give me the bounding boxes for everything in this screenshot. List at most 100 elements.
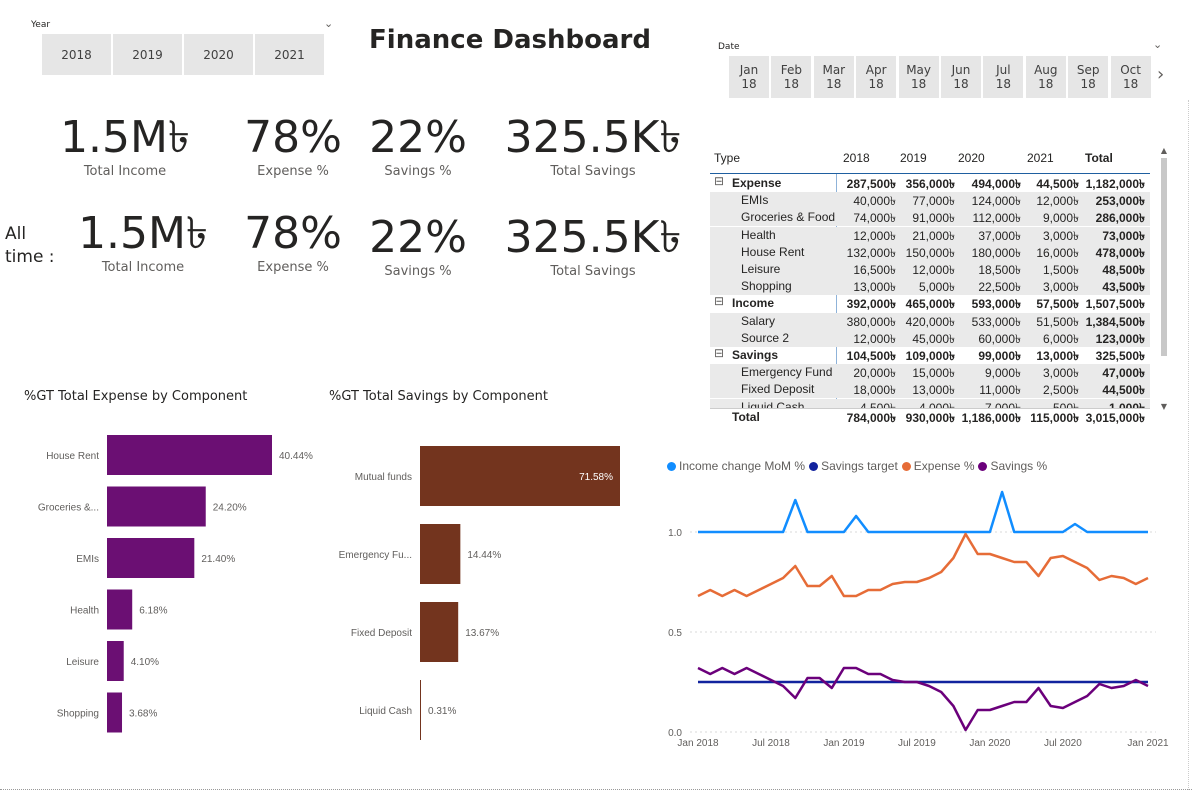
legend-item[interactable]: Expense % (901, 459, 974, 473)
matrix-row[interactable]: Salary 380,000৳ 420,000৳ 533,000৳ 51,500৳ 1,3… (710, 312, 1150, 330)
kpi-total-savings: 325.5K৳ Total Savings (488, 112, 698, 180)
month-option-sep-18[interactable]: Sep 18 (1068, 56, 1109, 98)
month-option-feb-18[interactable]: Feb 18 (771, 56, 812, 98)
matrix-row[interactable]: Health 12,000৳ 21,000৳ 37,000৳ 3,000৳ 73,000৳ (710, 226, 1150, 244)
matrix-row[interactable]: EMIs 40,000৳ 77,000৳ 124,000৳ 12,000৳ 253,000… (710, 192, 1150, 210)
collapse-icon[interactable]: ⊟ (714, 294, 724, 308)
matrix-row-label: Groceries & Food (741, 210, 836, 225)
bar-category-label: Leisure (66, 657, 99, 668)
matrix-cell: 115,000৳ (1030, 411, 1079, 425)
scroll-up-icon[interactable]: ▲ (1159, 146, 1169, 158)
month-option-jan-18[interactable]: Jan 18 (729, 56, 769, 98)
month-year: 18 (995, 77, 1012, 91)
matrix-cell: 1,186,000৳ (961, 411, 1021, 425)
matrix-group-row[interactable]: ⊟ Income 392,000৳ 465,000৳ 593,000৳ 57,500৳ 1,… (710, 294, 1150, 312)
matrix-row-label: Fixed Deposit (741, 382, 815, 397)
matrix-header-cell[interactable]: 2021 (1027, 151, 1054, 165)
bar[interactable] (420, 524, 461, 584)
year-option-2018[interactable]: 2018 (42, 34, 111, 75)
collapse-icon[interactable]: ⊟ (714, 174, 724, 188)
bar-category-label: Shopping (57, 709, 99, 720)
kpi-total-income: 1.5M৳ Total Income (45, 112, 205, 180)
legend-item[interactable]: Savings target (809, 459, 898, 473)
matrix-header-cell[interactable]: Type (714, 151, 740, 165)
kpi-value: 78% (244, 208, 342, 259)
date-slicer-chevron-down-icon[interactable]: ⌄ (1153, 38, 1162, 51)
chevron-right-icon[interactable]: › (1157, 64, 1164, 85)
y-tick-label: 1.0 (668, 528, 682, 539)
bar-data-label: 4.10% (131, 657, 159, 668)
bar[interactable] (107, 538, 195, 578)
month-option-oct-18[interactable]: Oct 18 (1110, 56, 1151, 98)
bar[interactable] (107, 435, 272, 475)
month-option-mar-18[interactable]: Mar 18 (813, 56, 854, 98)
bar-category-label: Mutual funds (355, 472, 412, 483)
legend-item[interactable]: Income change MoM % (667, 459, 805, 473)
bar[interactable] (420, 680, 421, 740)
bar[interactable] (107, 692, 123, 733)
matrix-row-label: Source 2 (741, 330, 790, 345)
matrix-cell: 784,000৳ (846, 411, 896, 425)
matrix-header-cell[interactable]: 2018 (843, 151, 870, 165)
matrix-row[interactable]: Leisure 16,500৳ 12,000৳ 18,500৳ 1,500৳ 48,500… (710, 261, 1150, 278)
finance-matrix[interactable]: Type 2018 2019 2020 2021 Total ⊟ Expense 287,500… (710, 146, 1170, 426)
x-tick-label: Jan 2020 (969, 738, 1011, 749)
bar[interactable] (107, 589, 133, 630)
matrix-total-row[interactable]: Total 784,000৳ 930,000৳ 1,186,000৳ 115,000৳ 3… (710, 409, 1150, 426)
x-tick-label: Jul 2018 (752, 738, 790, 749)
bar-data-label: 3.68% (129, 709, 157, 720)
scrollbar-thumb[interactable] (1161, 158, 1167, 356)
collapse-icon[interactable]: ⊟ (714, 346, 724, 360)
bar-category-label: Groceries &... (38, 503, 99, 514)
matrix-scrollbar[interactable]: ▲ ▼ (1159, 146, 1169, 416)
matrix-row[interactable]: House Rent 132,000৳ 150,000৳ 180,000৳ 16,000… (710, 243, 1150, 261)
kpi-all-time-expense-pct: 78% Expense % (228, 208, 358, 276)
month-option-jul-18[interactable]: Jul 18 (983, 56, 1024, 98)
kpi-label: Expense % (257, 164, 329, 179)
x-tick-label: Jan 2019 (823, 738, 865, 749)
matrix-row-label: House Rent (741, 244, 805, 259)
expense-bar-chart[interactable]: House Rent 40.44% Groceries &... 24.20% EMIs… (0, 420, 330, 750)
matrix-header-cell[interactable]: Total (1085, 151, 1113, 165)
month-option-jun-18[interactable]: Jun 18 (941, 56, 981, 98)
month-name: Apr (865, 63, 887, 77)
bar[interactable] (107, 486, 206, 527)
legend-item[interactable]: Savings % (978, 459, 1047, 473)
matrix-row-label: Expense (732, 176, 782, 190)
year-option-2021[interactable]: 2021 (255, 34, 324, 75)
kpi-label: Savings % (384, 164, 452, 179)
month-option-aug-18[interactable]: Aug 18 (1025, 56, 1066, 98)
bar[interactable] (107, 641, 124, 681)
trend-line-chart[interactable]: 0.00.51.0Jan 2018 Jul 2018 Jan 2019 Jul 201… (655, 480, 1175, 752)
month-name: Sep (1076, 63, 1100, 77)
month-name: Feb (780, 63, 803, 77)
savings-bar-chart[interactable]: Mutual funds 71.58% Emergency Fu... 14.44% F… (330, 420, 630, 750)
matrix-row[interactable]: Source 2 12,000৳ 45,000৳ 60,000৳ 6,000৳ 123,0… (710, 329, 1150, 347)
kpi-value: 325.5K৳ (504, 112, 682, 163)
month-option-apr-18[interactable]: Apr 18 (856, 56, 897, 98)
line-series-expense[interactable] (697, 532, 1149, 598)
month-option-may-18[interactable]: May 18 (898, 56, 939, 98)
scroll-down-icon[interactable]: ▼ (1159, 402, 1169, 411)
month-year: 18 (1080, 77, 1096, 91)
matrix-group-row[interactable]: ⊟ Savings 104,500৳ 109,000৳ 99,000৳ 13,000৳ 32… (710, 346, 1150, 364)
year-option-2019[interactable]: 2019 (113, 34, 182, 75)
matrix-header-cell[interactable]: 2020 (958, 151, 985, 165)
kpi-label: Total Savings (550, 264, 636, 279)
matrix-row[interactable]: Groceries & Food 74,000৳ 91,000৳ 112,000৳ 9,… (710, 209, 1150, 227)
matrix-group-row[interactable]: ⊟ Expense 287,500৳ 356,000৳ 494,000৳ 44,500৳ 1… (710, 174, 1150, 192)
line-series-savings[interactable] (697, 666, 1149, 732)
line-series-income-change-mom[interactable] (698, 490, 1148, 534)
all-time-label: All time : (5, 224, 55, 267)
kpi-all-time-savings-pct: 22% Savings % (358, 212, 478, 280)
kpi-value: 1.5M৳ (60, 112, 190, 163)
matrix-row[interactable]: Fixed Deposit 18,000৳ 13,000৳ 11,000৳ 2,500৳… (710, 381, 1150, 399)
year-option-2020[interactable]: 2020 (184, 34, 253, 75)
legend-dot-icon (809, 462, 819, 471)
matrix-row[interactable]: Emergency Fund 20,000৳ 15,000৳ 9,000৳ 3,000৳… (710, 364, 1150, 382)
matrix-header-cell[interactable]: 2019 (900, 151, 927, 165)
bar[interactable] (420, 602, 459, 662)
matrix-row[interactable]: Shopping 13,000৳ 5,000৳ 22,500৳ 3,000৳ 43,500… (710, 278, 1150, 296)
x-tick-label: Jan 2018 (677, 738, 719, 749)
year-slicer-chevron-down-icon[interactable]: ⌄ (324, 17, 333, 30)
